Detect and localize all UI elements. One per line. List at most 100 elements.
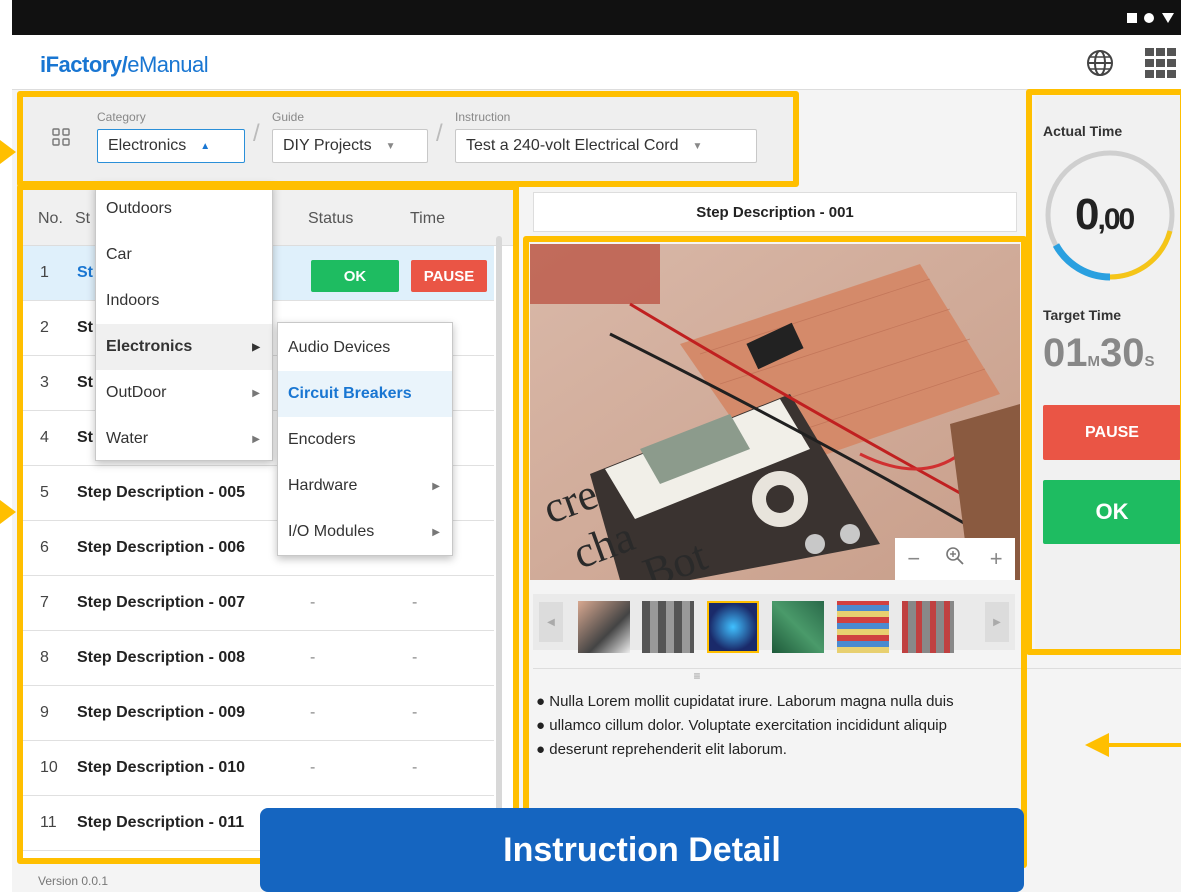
row-time: - (412, 649, 418, 666)
category-menu-item[interactable]: Car (96, 232, 272, 278)
row-number: 3 (40, 374, 49, 391)
submenu-item[interactable]: Encoders (278, 417, 452, 463)
target-sec: 30 (1100, 331, 1145, 375)
menu-item-label: OutDoor (106, 384, 167, 401)
app-logo[interactable]: iFactory/eManual (40, 52, 209, 78)
category-menu-item[interactable]: Electronics ▶ (96, 324, 272, 370)
menu-item-label: Indoors (106, 292, 160, 309)
submenu-arrow-icon: ▶ (432, 480, 440, 492)
thumbnail-1[interactable] (578, 601, 630, 653)
submenu-arrow-icon: ▶ (252, 387, 260, 399)
header-time: Time (410, 210, 445, 227)
category-menu-item[interactable]: OutDoor ▶ (96, 370, 272, 416)
row-description: Step Description - 008 (77, 649, 246, 666)
timer-ok-button[interactable]: OK (1043, 480, 1181, 544)
submenu-item-label: Circuit Breakers (288, 385, 412, 402)
category-grid-icon[interactable] (52, 128, 70, 151)
thumbnail-next-button[interactable]: ▶ (985, 602, 1009, 642)
target-min: 01 (1043, 331, 1088, 375)
header-step: St (75, 210, 91, 227)
thumbnail-prev-button[interactable]: ◀ (539, 602, 563, 642)
target-sec-unit: S (1144, 353, 1155, 370)
caret-down-icon: ▼ (692, 140, 703, 152)
logo-main: iFactory/ (40, 52, 128, 77)
menu-item-label: Water (106, 430, 149, 447)
category-menu-item[interactable]: Indoors (96, 278, 272, 324)
target-time-label: Target Time (1043, 307, 1122, 323)
target-time-value: 01M30S (1043, 331, 1155, 376)
submenu-item[interactable]: Circuit Breakers (278, 371, 452, 417)
menu-item-label: Electronics (106, 338, 193, 355)
instruction-select[interactable]: Test a 240-volt Electrical Cord ▼ (455, 129, 757, 163)
list-scrollbar[interactable] (496, 236, 502, 818)
submenu-item[interactable]: Hardware ▶ (278, 463, 452, 509)
row-number: 5 (40, 484, 49, 501)
category-select[interactable]: Electronics ▲ (97, 129, 245, 163)
row-pause-button[interactable]: PAUSE (411, 260, 487, 292)
instruction-value: Test a 240-volt Electrical Cord (466, 137, 679, 154)
table-row[interactable]: 9 Step Description - 009 (22, 686, 494, 741)
actual-time-int: 0 (1075, 190, 1100, 239)
row-status: - (310, 704, 316, 721)
row-number: 9 (40, 704, 49, 721)
bullet-text: Nulla Lorem mollit cupidatat irure. Labo… (549, 693, 954, 710)
row-description: Step Description - 005 (77, 484, 246, 501)
submenu-item-label: Hardware (288, 477, 358, 494)
row-description: Step Description - 010 (77, 759, 246, 776)
thumbnail-6[interactable] (902, 601, 954, 653)
table-row[interactable]: 8 Step Description - 008 (22, 631, 494, 686)
submenu-item[interactable]: Audio Devices (278, 325, 452, 371)
electronics-submenu: Audio Devices Circuit Breakers Encoders Har… (277, 322, 453, 556)
submenu-item[interactable]: I/O Modules ▶ (278, 509, 452, 555)
category-label: Category (97, 110, 146, 124)
zoom-controls: − + (895, 538, 1015, 580)
row-time: - (412, 594, 418, 611)
back-triangle-icon (1162, 13, 1174, 23)
row-number: 10 (40, 759, 58, 776)
row-status: - (310, 594, 316, 611)
submenu-item-label: Audio Devices (288, 339, 391, 356)
zoom-out-icon[interactable]: − (907, 546, 920, 572)
submenu-arrow-icon: ▶ (252, 433, 260, 445)
row-time: - (412, 759, 418, 776)
actual-time-value: 0,00 (1075, 190, 1135, 240)
header-status: Status (308, 210, 354, 227)
resize-handle[interactable]: ≡ (533, 668, 1181, 683)
row-number: 2 (40, 319, 49, 336)
thumbnail-2[interactable] (642, 601, 694, 653)
zoom-in-icon[interactable]: + (990, 546, 1003, 572)
bullet-text: deserunt reprehenderit elit laborum. (549, 741, 787, 758)
version-label: Version 0.0.1 (38, 874, 109, 888)
thumbnail-5[interactable] (837, 601, 889, 653)
category-menu-item[interactable]: Outdoors (96, 186, 272, 232)
step-bullets: ● Nulla Lorem mollit cupidatat irure. La… (536, 690, 1076, 762)
caret-down-icon: ▼ (385, 140, 396, 152)
timer-pause-button[interactable]: PAUSE (1043, 405, 1181, 460)
menu-item-label: Car (106, 246, 132, 263)
table-row[interactable]: 10 Step Description - 010 (22, 741, 494, 796)
header-no: No. (38, 210, 63, 227)
row-number: 8 (40, 649, 49, 666)
thumbnail-strip: ◀ ▶ (533, 594, 1015, 653)
detail-title: Step Description - 001 (533, 192, 1017, 232)
submenu-item-label: I/O Modules (288, 523, 375, 540)
arrow-left-mid-icon (0, 500, 16, 529)
thumbnail-4[interactable] (772, 601, 824, 653)
caret-up-icon: ▲ (200, 140, 211, 152)
row-ok-button[interactable]: OK (311, 260, 399, 292)
guide-value: DIY Projects (283, 137, 372, 154)
guide-label: Guide (272, 110, 305, 124)
bullet-item: ● ullamco cillum dolor. Voluptate exerci… (536, 717, 947, 734)
submenu-arrow-icon: ▶ (432, 526, 440, 538)
thumbnail-3-selected[interactable] (707, 601, 759, 653)
category-menu-item[interactable]: Water ▶ (96, 416, 272, 462)
apps-grid-icon[interactable] (1145, 48, 1181, 83)
instruction-detail-banner: Instruction Detail (260, 808, 1024, 892)
table-row[interactable]: 7 Step Description - 007 (22, 576, 494, 631)
logo-sub: eManual (127, 52, 209, 77)
bullet-item: ● Nulla Lorem mollit cupidatat irure. La… (536, 693, 954, 710)
zoom-search-icon[interactable] (945, 546, 965, 572)
globe-icon[interactable] (1085, 48, 1115, 83)
row-description: Step Description - 009 (77, 704, 246, 721)
guide-select[interactable]: DIY Projects ▼ (272, 129, 428, 163)
